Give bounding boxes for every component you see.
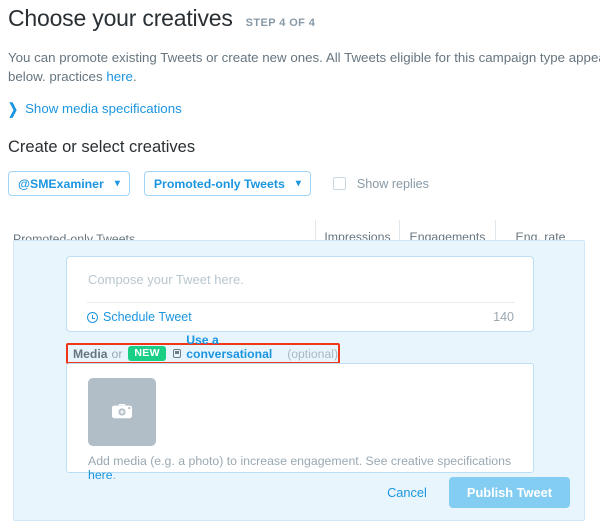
panel-footer-actions: Cancel Publish Tweet [387, 477, 570, 508]
creative-filter-row: @SMExaminer ▾ Promoted-only Tweets ▾ Sho… [0, 171, 600, 196]
creative-specifications-link[interactable]: here [88, 468, 113, 482]
optional-label: (optional) [287, 346, 338, 361]
chevron-down-icon: ▾ [295, 178, 301, 189]
page-section-heading: Create or select creatives [8, 138, 196, 156]
chevron-right-icon: ❯ [8, 99, 19, 118]
schedule-tweet-button[interactable]: Schedule Tweet [87, 310, 192, 324]
media-hint-text-after-link: . [112, 468, 117, 482]
conversational-card-icon [172, 349, 182, 358]
show-media-specifications-label: Show media specifications [25, 101, 182, 116]
schedule-tweet-label: Schedule Tweet [103, 310, 192, 324]
page-header: Choose your creatives STEP 4 OF 4 [0, 0, 600, 32]
compose-divider [87, 302, 515, 303]
page-title: Choose your creatives [8, 5, 233, 31]
intro-text-after-link: . [132, 69, 137, 84]
intro-text-before-link: You can promote existing Tweets or creat… [8, 50, 600, 84]
media-options-highlight: Media or NEW Use a conversational card (… [66, 333, 340, 375]
tweet-type-select[interactable]: Promoted-only Tweets ▾ [143, 171, 311, 196]
publish-tweet-button[interactable]: Publish Tweet [448, 477, 570, 508]
show-replies-control: Show replies [332, 176, 429, 191]
add-media-button[interactable] [88, 378, 156, 446]
or-label: or [111, 346, 123, 361]
chevron-down-icon: ▾ [114, 178, 120, 189]
character-counter: 140 [493, 310, 514, 324]
compose-tweet-card[interactable]: Compose your Tweet here. Schedule Tweet … [66, 256, 534, 332]
intro-paragraph: You can promote existing Tweets or creat… [0, 48, 600, 86]
new-badge: NEW [128, 346, 166, 361]
show-replies-label: Show replies [356, 176, 429, 191]
step-indicator: STEP 4 OF 4 [245, 17, 316, 29]
show-media-specifications-toggle[interactable]: ❯ Show media specifications [0, 101, 600, 116]
best-practices-link[interactable]: here [106, 69, 133, 84]
compose-tweet-placeholder[interactable]: Compose your Tweet here. [88, 272, 244, 287]
clock-icon [87, 311, 98, 323]
show-replies-checkbox[interactable] [332, 177, 346, 190]
creative-composer-panel: Compose your Tweet here. Schedule Tweet … [13, 240, 585, 521]
account-select-value: @SMExaminer [18, 176, 104, 191]
media-label: Media [73, 346, 108, 361]
cancel-button[interactable]: Cancel [387, 485, 427, 500]
camera-add-icon [112, 404, 132, 419]
media-upload-card: Add media (e.g. a photo) to increase eng… [66, 363, 534, 482]
tweet-type-select-value: Promoted-only Tweets [153, 176, 285, 191]
account-select[interactable]: @SMExaminer ▾ [8, 171, 130, 196]
media-hint-text-before-link: Add media (e.g. a photo) to increase eng… [88, 454, 512, 468]
